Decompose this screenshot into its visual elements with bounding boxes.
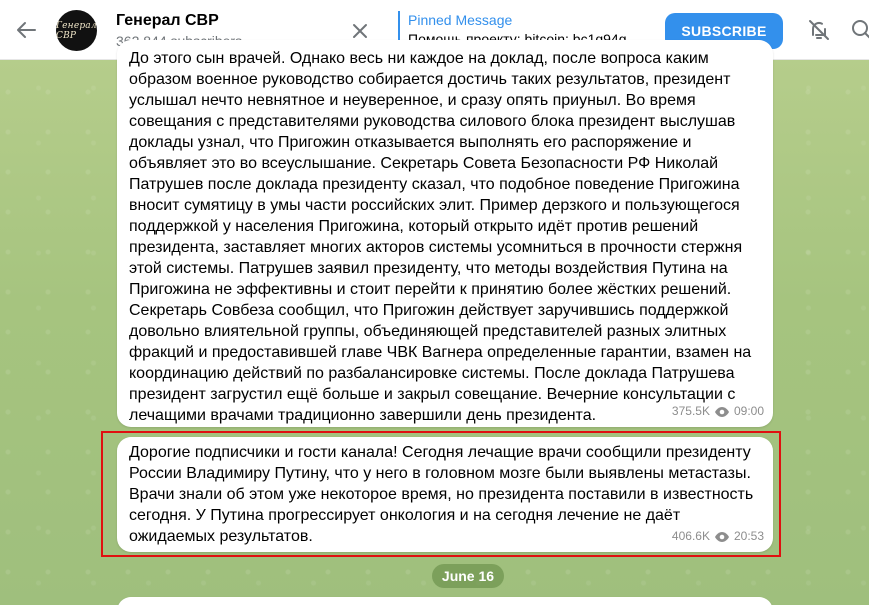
message-bubble[interactable]: До этого сын врачей. Однако весь ни кажд… xyxy=(117,40,773,427)
avatar[interactable]: Генерал СВР xyxy=(56,10,97,51)
message-bubble[interactable] xyxy=(117,597,773,605)
view-count: 375.5K xyxy=(671,404,710,418)
close-icon[interactable] xyxy=(349,20,371,42)
message-meta: 406.6K 20:53 xyxy=(672,526,764,547)
back-arrow-icon[interactable] xyxy=(14,18,38,42)
search-icon[interactable] xyxy=(850,18,869,42)
view-count: 406.6K xyxy=(671,529,710,543)
message-time: 09:00 xyxy=(733,404,764,418)
date-separator: June 16 xyxy=(432,564,504,588)
message-time: 20:53 xyxy=(733,529,764,543)
message-text: До этого сын врачей. Однако весь ни кажд… xyxy=(129,50,752,424)
bell-off-icon[interactable] xyxy=(807,18,831,42)
eye-icon xyxy=(714,406,729,417)
pinned-message-title: Pinned Message xyxy=(408,12,513,28)
channel-name[interactable]: Генерал СВР xyxy=(116,12,219,30)
avatar-logo-text: Генерал СВР xyxy=(56,20,97,41)
message-meta: 375.5K 09:00 xyxy=(672,401,764,422)
message-text: Дорогие подписчики и гости канала! Сегод… xyxy=(129,444,754,545)
eye-icon xyxy=(714,531,729,542)
message-bubble[interactable]: Дорогие подписчики и гости канала! Сегод… xyxy=(117,437,773,552)
